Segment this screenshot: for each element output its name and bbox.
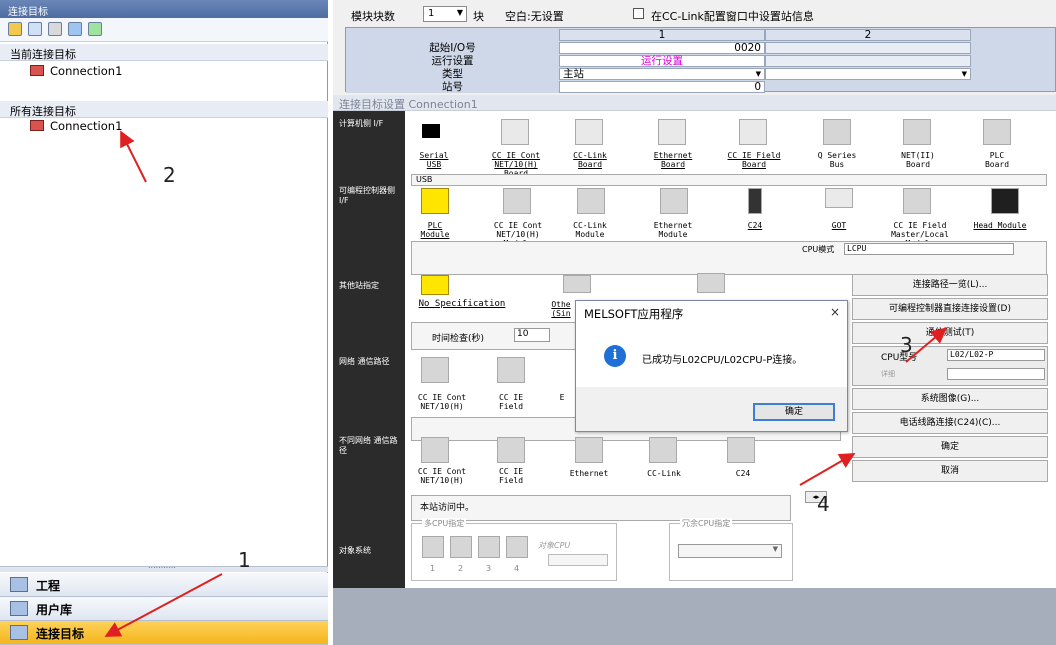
- annotation-3: 3: [900, 333, 913, 357]
- arrow-1: [104, 573, 223, 637]
- annotation-2: 2: [163, 163, 176, 187]
- annotation-4: 4: [817, 492, 830, 516]
- arrow-4: [799, 453, 856, 486]
- annotation-arrows: [104, 130, 948, 637]
- annotation-1: 1: [238, 548, 251, 572]
- arrow-2: [120, 130, 147, 183]
